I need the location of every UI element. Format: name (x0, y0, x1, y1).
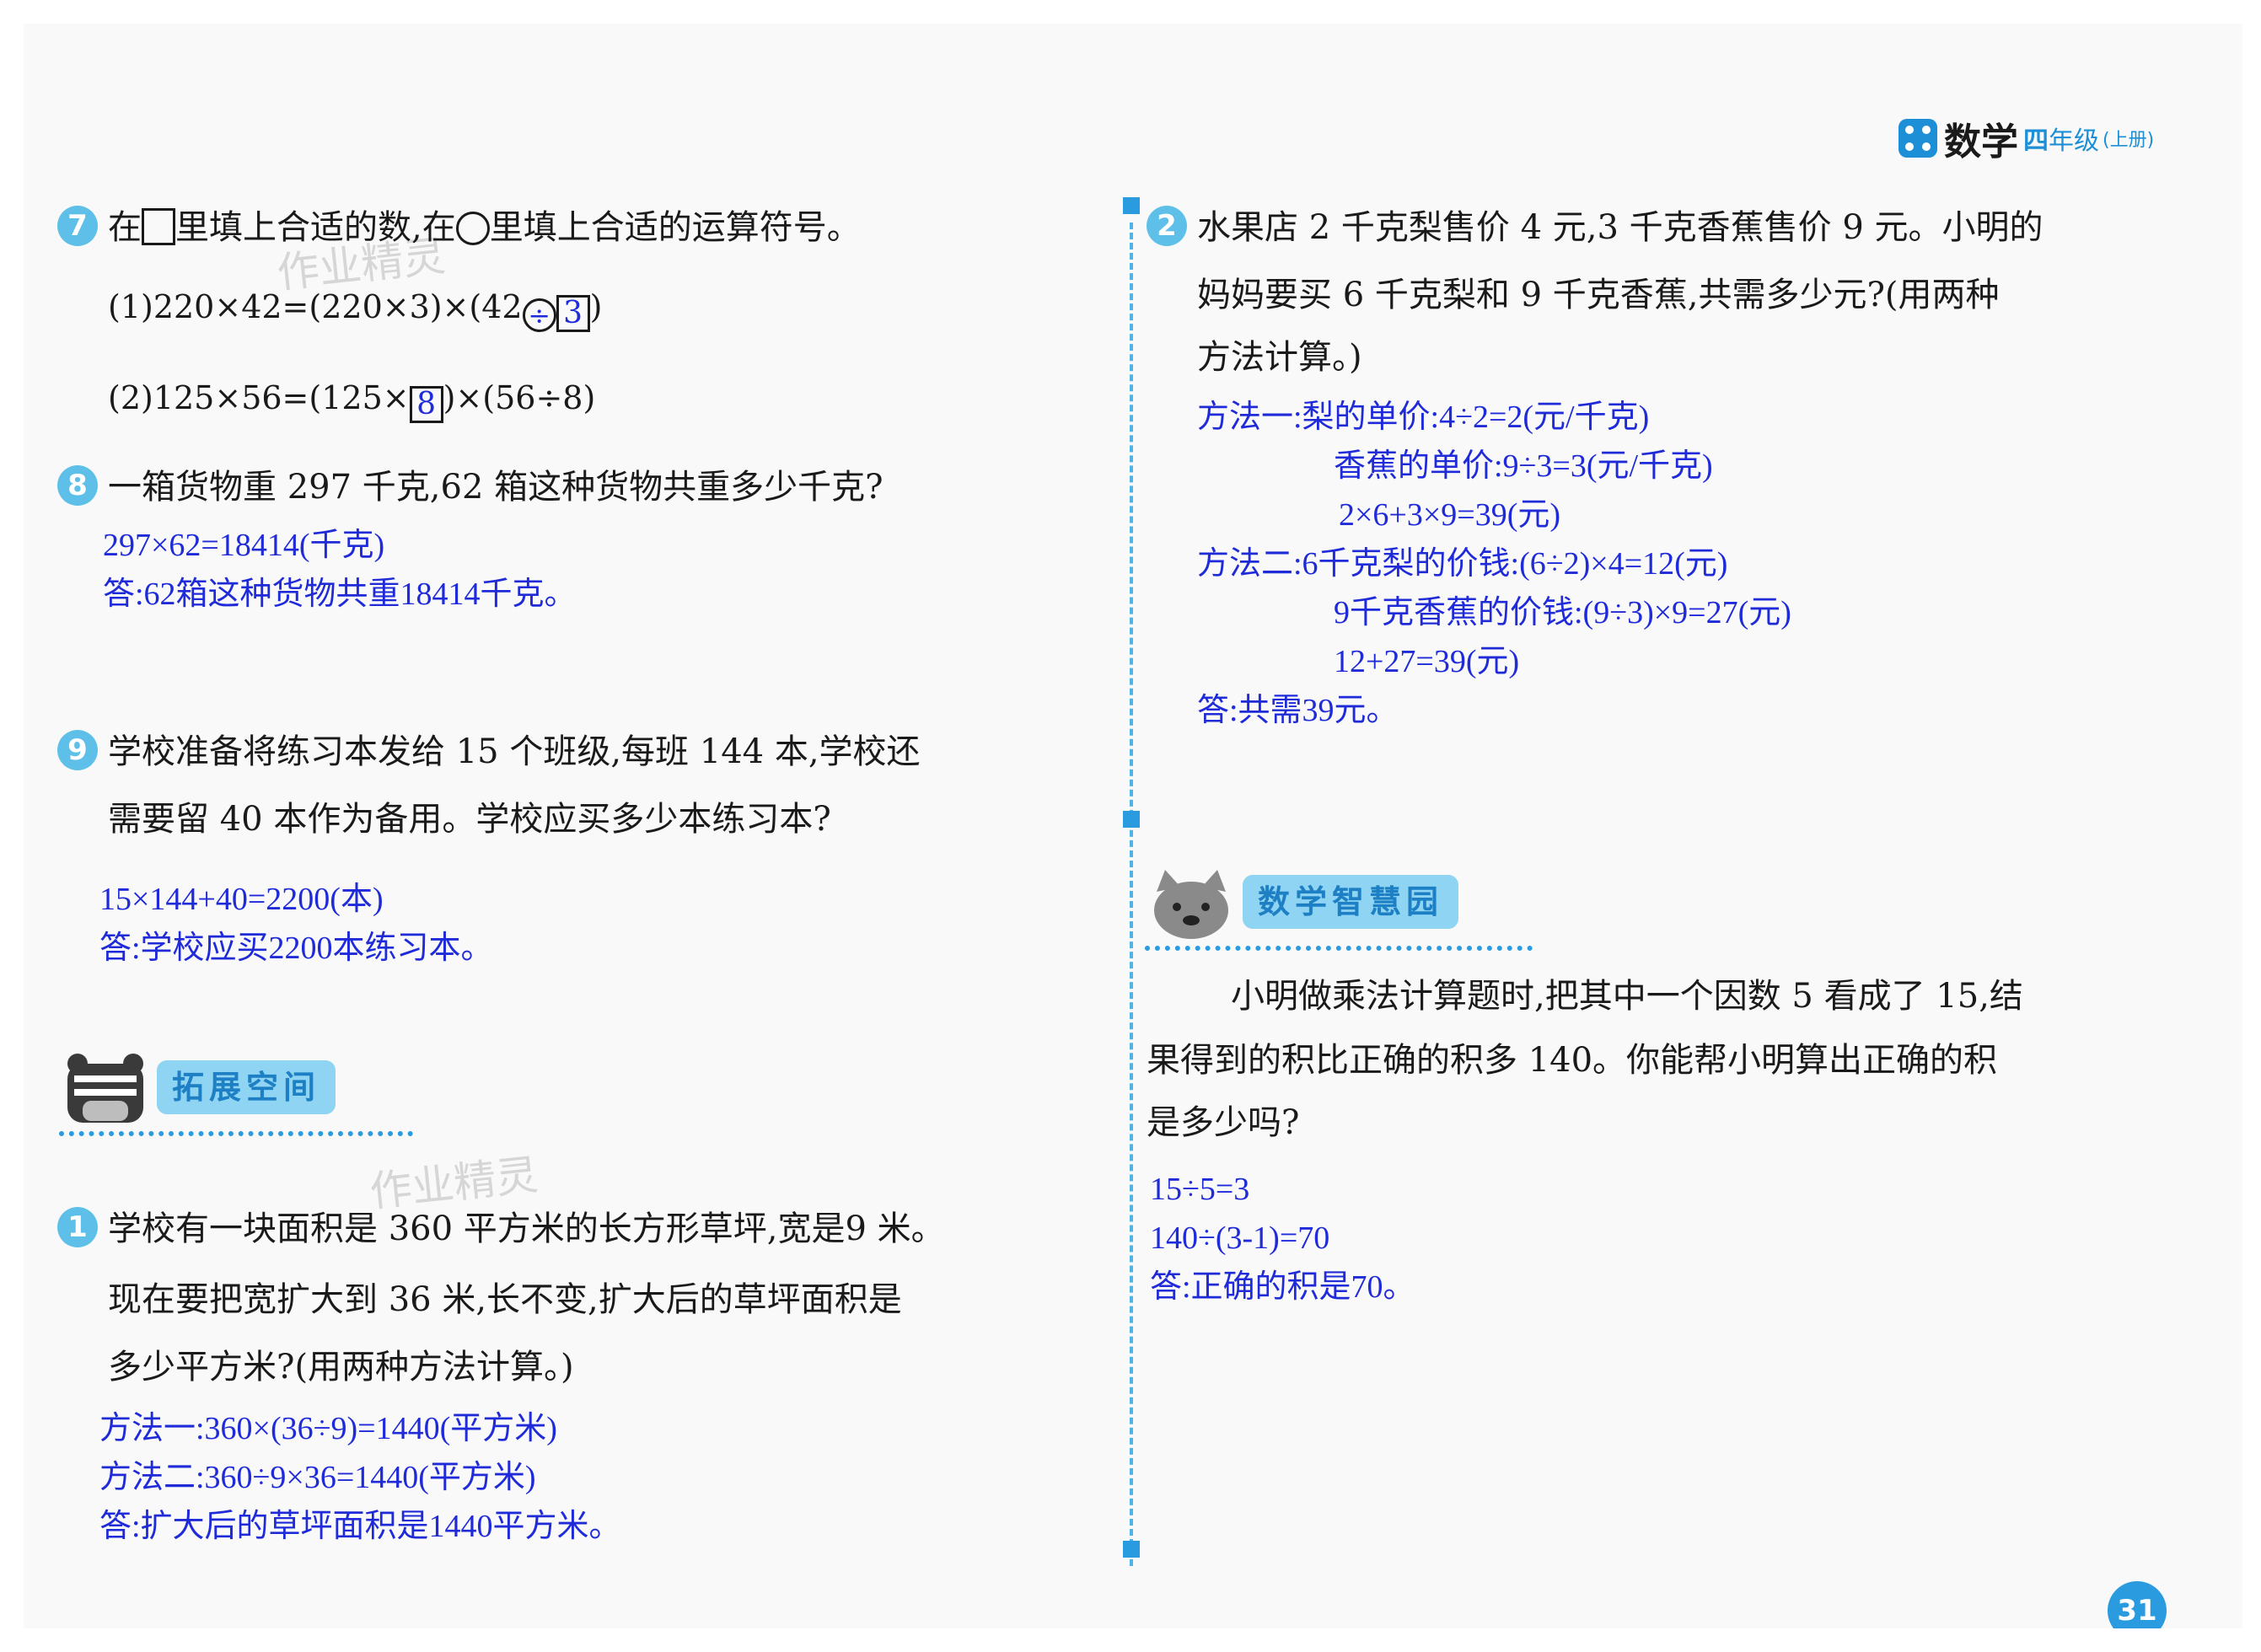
question-2: 2 水果店 2 千克梨售价 4 元,3 千克香蕉售价 9 元。小明的 (1147, 202, 2043, 253)
equation-text: ) (589, 288, 603, 325)
workbook-page: 数学 四 年级 (上册) 作业精灵 作业精灵 7 在里填上合适的数,在 里填上合适的… (24, 24, 2242, 1628)
puzzle-text: 果得到的积比正确的积多 140。你能帮小明算出正确的积 (1147, 1041, 1998, 1080)
answer-line: 15÷5=3 (1150, 1172, 1250, 1207)
page-number: 31 (2108, 1581, 2167, 1628)
cat-mascot-icon (1145, 866, 1238, 942)
question-text: 里填上合适的运算符号。 (489, 208, 861, 247)
question-number-badge: 8 (57, 465, 98, 506)
question-text: 现在要把宽扩大到 36 米,长不变,扩大后的草坪面积是 (108, 1280, 902, 1319)
filled-operator: ÷ (522, 298, 556, 332)
question-text: 一箱货物重 297 千克,62 箱这种货物共重多少千克? (108, 468, 883, 507)
grade-number: 四 (2023, 126, 2049, 156)
answer-line: 方法一:梨的单价:4÷2=2(元/千克) (1197, 400, 1650, 435)
answer-line: 答:扩大后的草坪面积是1440平方米。 (99, 1509, 621, 1544)
subject-logo-icon (1898, 119, 1937, 158)
question-number-badge: 7 (57, 206, 98, 246)
filled-box: 3 (556, 295, 590, 332)
answer-line: 方法一:360×(36÷9)=1440(平方米) (99, 1411, 557, 1446)
question-text: 水果店 2 千克梨售价 4 元,3 千克香蕉售价 9 元。小明的 (1197, 208, 2043, 247)
question-7: 7 在里填上合适的数,在 里填上合适的运算符号。 (57, 202, 861, 253)
column-divider (1130, 223, 1133, 1566)
question-text: 学校准备将练习本发给 15 个班级,每班 144 本,学校还 (108, 732, 921, 771)
answer-line: 297×62=18414(千克) (103, 528, 385, 563)
divider-marker (1123, 811, 1140, 828)
section-underline (1145, 946, 1533, 951)
answer-line: 2×6+3×9=39(元) (1339, 497, 1561, 533)
section-underline (59, 1131, 413, 1136)
question-text: 方法计算。) (1197, 338, 1362, 377)
question-7-part-2: (2)125×56=(125× 8)×(56÷8) (108, 373, 595, 423)
question-number-badge: 2 (1147, 206, 1187, 246)
question-number-badge: 9 (57, 730, 98, 770)
answer-line: 12+27=39(元) (1334, 644, 1520, 679)
answer-line: 香蕉的单价:9÷3=3(元/千克) (1334, 448, 1713, 484)
section-banner: 拓展空间 (59, 1052, 430, 1136)
equation-text: )×(56÷8) (443, 379, 596, 416)
blank-circle-icon (455, 212, 490, 245)
subject-title: 数学 (1944, 121, 2018, 164)
puzzle-text: 小明做乘法计算题时,把其中一个因数 5 看成了 15,结 (1231, 977, 2023, 1016)
page-header: 数学 四 年级 (上册) (1898, 113, 2154, 164)
question-1: 1 学校有一块面积是 360 平方米的长方形草坪,宽是9 米。 (57, 1204, 945, 1254)
section-banner: 数学智慧园 (1145, 866, 1549, 951)
answer-line: 方法二:360÷9×36=1440(平方米) (99, 1460, 536, 1495)
divider-marker (1123, 197, 1140, 214)
answer-line: 答:正确的积是70。 (1150, 1269, 1415, 1305)
blank-square-icon (142, 208, 175, 245)
question-text: 学校有一块面积是 360 平方米的长方形草坪,宽是9 米。 (108, 1210, 945, 1248)
question-7-part-1: (1)220×42=(220×3)×(42 ÷ 3) (108, 282, 602, 332)
question-text: 需要留 40 本作为备用。学校应买多少本练习本? (108, 800, 831, 839)
grade-label: 年级 (2049, 126, 2099, 156)
puzzle-text: 是多少吗? (1147, 1103, 1300, 1142)
filled-box: 8 (409, 386, 443, 423)
question-text: 里填上合适的数,在 (175, 208, 456, 247)
section-title: 拓展空间 (157, 1060, 336, 1114)
answer-line: 9千克香蕉的价钱:(9÷3)×9=27(元) (1334, 595, 1791, 630)
question-number-badge: 1 (57, 1207, 98, 1247)
zebra-mascot-icon (59, 1052, 152, 1128)
equation-text: (2)125×56=(125× (108, 379, 410, 416)
question-text: 在 (108, 208, 142, 247)
answer-line: 15×144+40=2200(本) (99, 882, 384, 917)
term-label: (上册) (2103, 130, 2155, 151)
divider-marker (1123, 1541, 1140, 1558)
section-title: 数学智慧园 (1243, 875, 1459, 929)
answer-line: 方法二:6千克梨的价钱:(6÷2)×4=12(元) (1197, 546, 1728, 582)
answer-line: 答:共需39元。 (1197, 693, 1399, 728)
question-9: 9 学校准备将练习本发给 15 个班级,每班 144 本,学校还 (57, 727, 921, 777)
question-8: 8 一箱货物重 297 千克,62 箱这种货物共重多少千克? (57, 462, 883, 512)
equation-text: (1)220×42=(220×3)×(42 (108, 288, 523, 325)
answer-line: 答:学校应买2200本练习本。 (99, 931, 493, 966)
question-text: 妈妈要买 6 千克梨和 9 千克香蕉,共需多少元?(用两种 (1197, 276, 2000, 314)
answer-line: 答:62箱这种货物共重18414千克。 (103, 577, 577, 612)
answer-line: 140÷(3-1)=70 (1150, 1220, 1330, 1256)
question-text: 多少平方米?(用两种方法计算。) (108, 1348, 574, 1386)
